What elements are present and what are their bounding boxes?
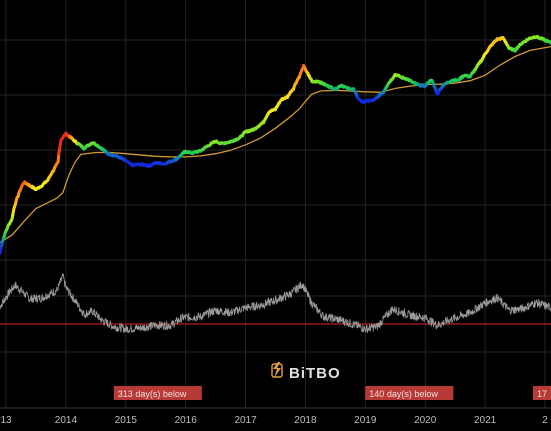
x-tick-label: 2018 bbox=[294, 415, 317, 426]
x-tick-label: 2020 bbox=[414, 415, 437, 426]
badge-label: 313 day(s) below bbox=[118, 389, 187, 399]
watermark-text: BiTBO bbox=[289, 365, 341, 382]
x-tick-label: 13 bbox=[0, 415, 12, 426]
x-tick-label: 2014 bbox=[55, 415, 78, 426]
chart-area: BiTBO 313 day(s) below 140 day(s) below 17… bbox=[0, 0, 551, 431]
badge-label: 17 bbox=[537, 389, 547, 399]
x-tick-label: 2016 bbox=[175, 415, 198, 426]
x-tick-label: 2015 bbox=[115, 415, 138, 426]
x-tick-label: 2019 bbox=[354, 415, 377, 426]
below-days-badge: 313 day(s) below bbox=[113, 386, 202, 400]
below-days-badge: 140 day(s) below bbox=[365, 386, 454, 400]
x-tick-label: 2 bbox=[542, 415, 548, 426]
x-tick-label: 2021 bbox=[474, 415, 497, 426]
badge-label: 140 day(s) below bbox=[369, 389, 438, 399]
x-tick-label: 2017 bbox=[234, 415, 257, 426]
below-days-badge: 17 bbox=[533, 386, 551, 400]
